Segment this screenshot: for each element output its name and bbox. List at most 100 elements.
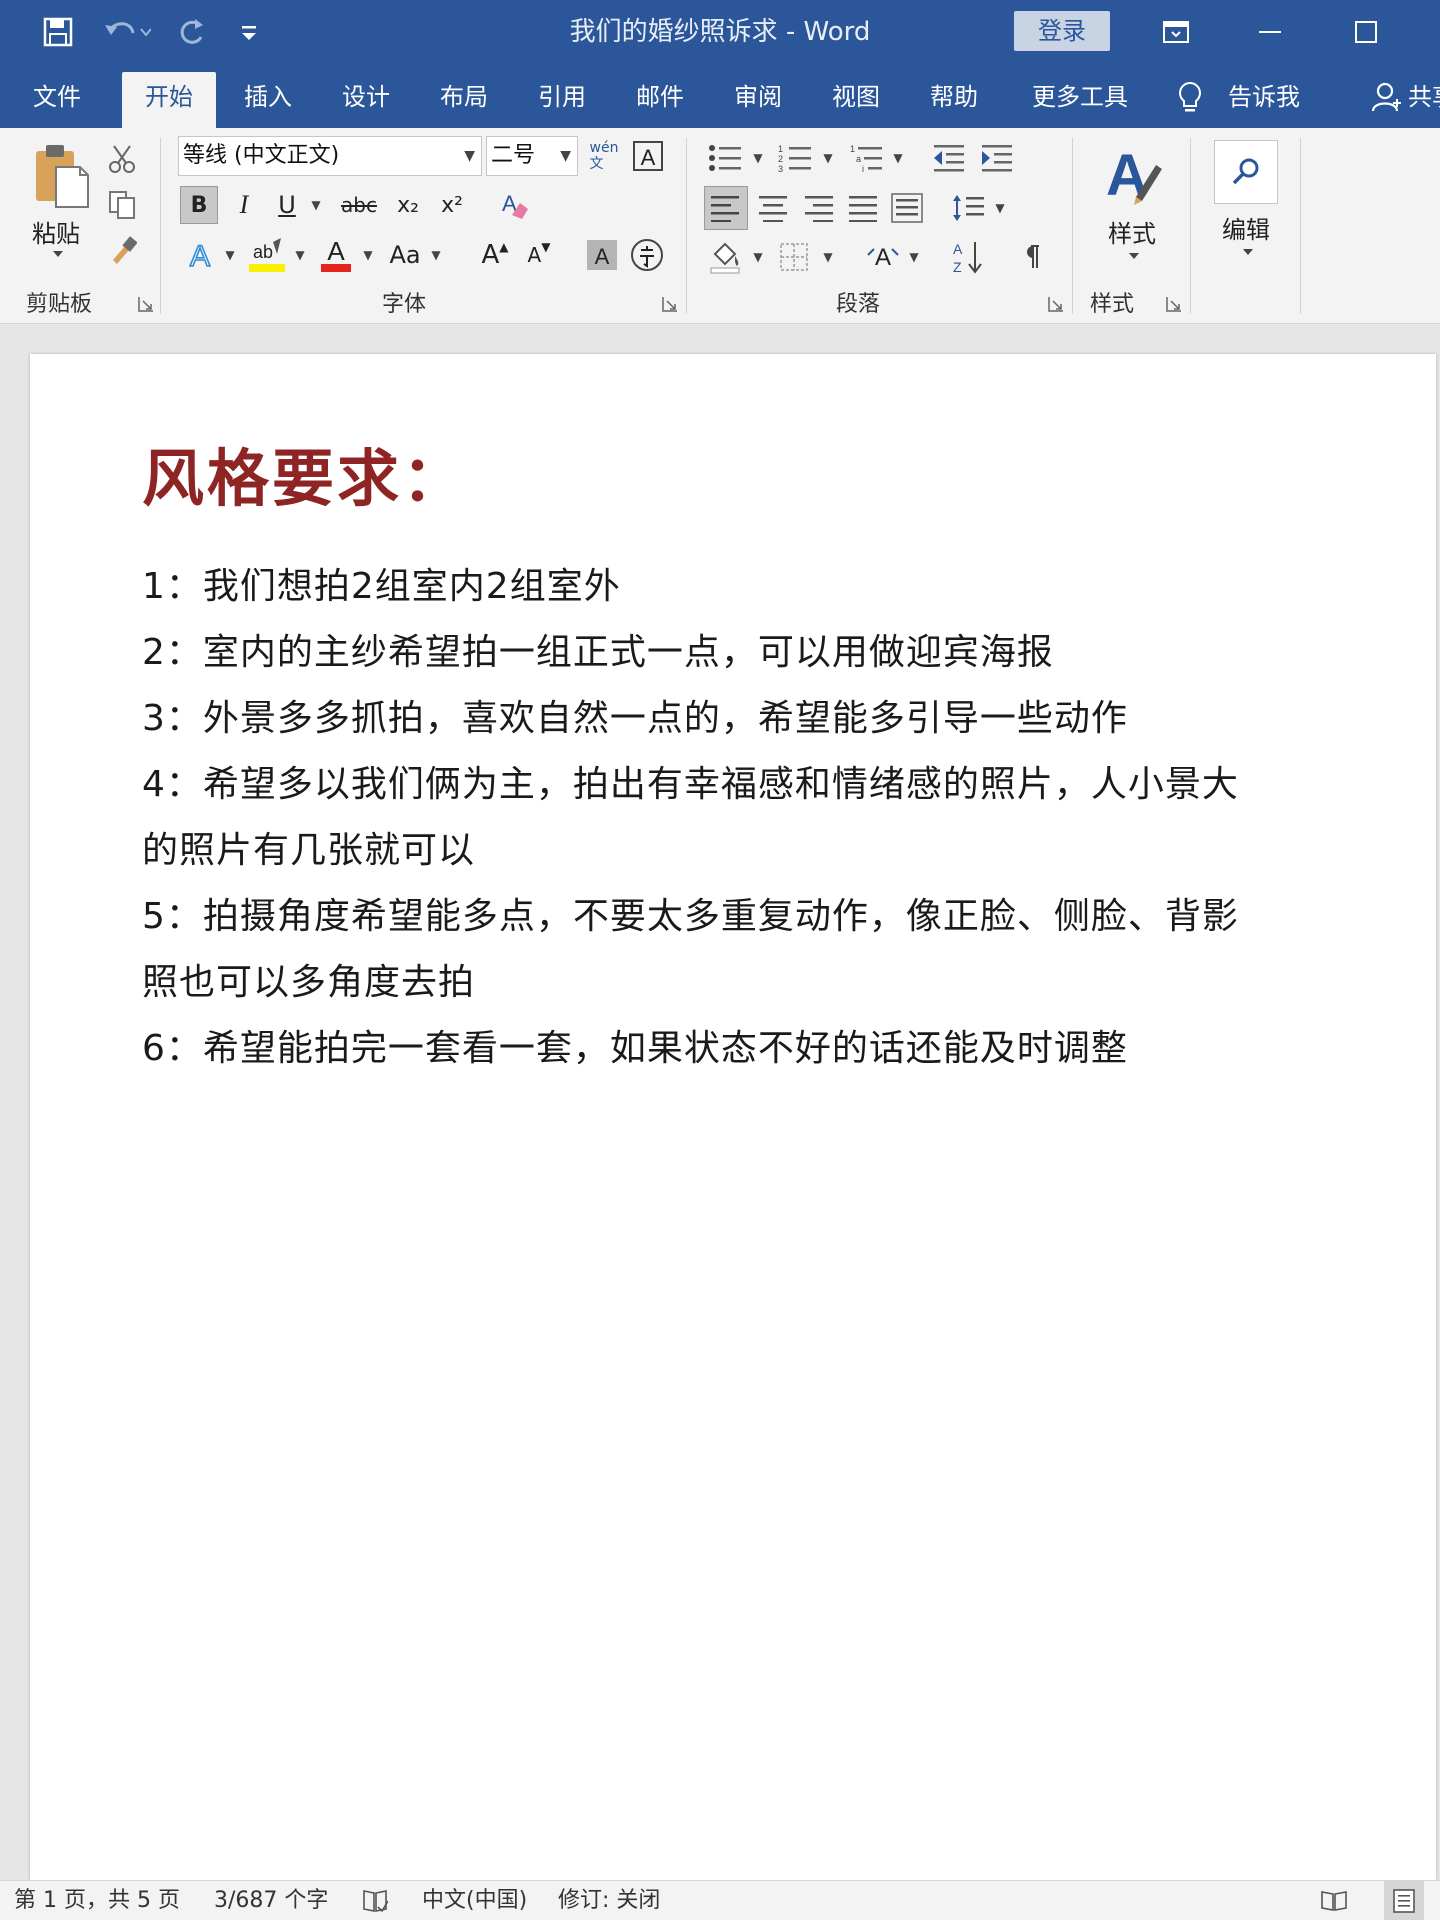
chinese-layout-dropdown-icon[interactable]: ▼ xyxy=(904,236,920,278)
list-item-continuation: 照也可以多角度去拍 xyxy=(142,962,476,1003)
styles-gallery-icon[interactable]: A xyxy=(1098,140,1170,210)
align-center-icon[interactable] xyxy=(752,186,794,230)
editing-button-label[interactable]: 编辑 xyxy=(1222,210,1270,245)
tab-home[interactable]: 开始 xyxy=(122,72,216,128)
multilevel-dropdown-icon[interactable]: ▼ xyxy=(888,140,904,176)
paste-dropdown-icon[interactable] xyxy=(50,246,66,262)
save-icon[interactable] xyxy=(36,10,80,54)
group-separator xyxy=(1072,138,1073,314)
strikethrough-button[interactable]: abc xyxy=(336,186,382,224)
subscript-button[interactable]: x₂ xyxy=(390,186,426,224)
redo-icon[interactable] xyxy=(172,10,212,54)
underline-button[interactable]: U xyxy=(270,186,304,224)
document-page[interactable]: 风格要求： 1：我们想拍2组室内2组室外 2：室内的主纱希望拍一组正式一点，可以… xyxy=(30,354,1436,1880)
paragraph-launcher-icon[interactable] xyxy=(1048,296,1064,312)
font-color-icon[interactable]: A xyxy=(316,234,356,276)
bullets-icon[interactable] xyxy=(704,140,746,176)
italic-button[interactable]: I xyxy=(226,186,262,224)
text-effects-icon[interactable]: A xyxy=(180,234,220,276)
font-name-dropdown[interactable]: 等线 (中文正文) ▼ xyxy=(178,136,482,176)
ribbon: 粘贴 剪贴板 等线 (中文正文) ▼ 二号 ▼ wén 文 A B I U ▼ a… xyxy=(0,128,1440,324)
line-spacing-dropdown-icon[interactable]: ▼ xyxy=(990,186,1006,230)
maximize-icon[interactable] xyxy=(1338,10,1394,54)
bold-button[interactable]: B xyxy=(180,186,218,224)
superscript-button[interactable]: x² xyxy=(434,186,470,224)
justify-icon[interactable] xyxy=(842,186,884,230)
font-color-dropdown-icon[interactable]: ▼ xyxy=(358,234,374,276)
change-case-button[interactable]: Aa xyxy=(384,234,426,276)
cut-icon[interactable] xyxy=(104,142,140,176)
clipboard-launcher-icon[interactable] xyxy=(138,296,154,312)
lightbulb-icon[interactable] xyxy=(1168,72,1212,128)
distributed-icon[interactable] xyxy=(886,186,928,230)
tab-references[interactable]: 引用 xyxy=(522,72,602,128)
clear-formatting-icon[interactable]: A xyxy=(494,186,534,224)
character-border-icon[interactable]: A xyxy=(630,138,666,174)
align-left-icon[interactable] xyxy=(704,186,748,230)
multilevel-list-icon[interactable]: 1ai xyxy=(846,140,888,176)
sort-icon[interactable]: AZ xyxy=(948,236,988,278)
tab-mailings[interactable]: 邮件 xyxy=(620,72,700,128)
phonetic-guide-icon[interactable]: wén 文 xyxy=(586,136,622,176)
tab-help[interactable]: 帮助 xyxy=(914,72,994,128)
tab-view[interactable]: 视图 xyxy=(816,72,896,128)
search-icon[interactable] xyxy=(1214,140,1278,204)
tab-insert[interactable]: 插入 xyxy=(228,72,308,128)
tab-file[interactable]: 文件 xyxy=(14,72,100,128)
language-indicator[interactable]: 中文(中国) xyxy=(422,1881,527,1920)
numbering-dropdown-icon[interactable]: ▼ xyxy=(818,140,834,176)
print-layout-icon[interactable] xyxy=(1384,1881,1424,1920)
tab-tell-me[interactable]: 告诉我 xyxy=(1222,72,1306,128)
read-mode-icon[interactable] xyxy=(1320,1881,1350,1920)
tab-share[interactable]: 共享 xyxy=(1408,72,1440,128)
copy-icon[interactable] xyxy=(104,188,140,222)
enclose-characters-icon[interactable] xyxy=(628,236,666,274)
styles-dropdown-icon[interactable] xyxy=(1126,248,1142,264)
share-icon[interactable] xyxy=(1366,72,1406,128)
page-count[interactable]: 第 1 页，共 5 页 xyxy=(14,1881,180,1920)
shading-icon[interactable] xyxy=(706,236,746,278)
highlight-dropdown-icon[interactable]: ▼ xyxy=(290,234,306,276)
minimize-icon[interactable] xyxy=(1242,10,1298,54)
character-shading-icon[interactable]: A xyxy=(584,236,620,274)
shading-dropdown-icon[interactable]: ▼ xyxy=(748,236,764,278)
document-body[interactable]: 1：我们想拍2组室内2组室外 2：室内的主纱希望拍一组正式一点，可以用做迎宾海报… xyxy=(142,554,1412,1082)
borders-dropdown-icon[interactable]: ▼ xyxy=(818,236,834,278)
ribbon-display-options-icon[interactable] xyxy=(1148,10,1204,54)
font-size-dropdown[interactable]: 二号 ▼ xyxy=(486,136,578,176)
document-area[interactable]: 风格要求： 1：我们想拍2组室内2组室外 2：室内的主纱希望拍一组正式一点，可以… xyxy=(0,324,1440,1880)
tab-more-tools[interactable]: 更多工具 xyxy=(1016,72,1144,128)
paste-icon[interactable] xyxy=(24,140,94,212)
editing-dropdown-icon[interactable] xyxy=(1240,244,1256,260)
borders-icon[interactable] xyxy=(774,236,814,278)
align-right-icon[interactable] xyxy=(798,186,840,230)
styles-button-label[interactable]: 样式 xyxy=(1108,214,1156,249)
decrease-indent-icon[interactable] xyxy=(928,140,970,176)
show-hide-marks-icon[interactable] xyxy=(1014,236,1050,278)
undo-icon[interactable] xyxy=(98,10,156,54)
customize-quick-access-icon[interactable] xyxy=(236,10,262,54)
increase-indent-icon[interactable] xyxy=(976,140,1018,176)
bullets-dropdown-icon[interactable]: ▼ xyxy=(748,140,764,176)
format-painter-icon[interactable] xyxy=(104,234,140,268)
window-title: 我们的婚纱照诉求 - Word xyxy=(569,17,871,47)
numbering-icon[interactable]: 123 xyxy=(774,140,816,176)
tab-layout[interactable]: 布局 xyxy=(424,72,504,128)
tab-design[interactable]: 设计 xyxy=(326,72,406,128)
styles-launcher-icon[interactable] xyxy=(1166,296,1182,312)
login-button[interactable]: 登录 xyxy=(1014,11,1110,51)
text-highlight-icon[interactable]: ab xyxy=(244,234,290,276)
chinese-layout-icon[interactable]: A xyxy=(862,236,904,278)
proofing-icon[interactable] xyxy=(362,1881,392,1920)
grow-font-button[interactable]: A ▲ xyxy=(478,234,512,276)
shrink-font-button[interactable]: A ▼ xyxy=(522,234,556,276)
paste-label[interactable]: 粘贴 xyxy=(32,214,80,249)
underline-dropdown-icon[interactable]: ▼ xyxy=(306,186,322,224)
text-effects-dropdown-icon[interactable]: ▼ xyxy=(220,234,236,276)
word-count[interactable]: 3/687 个字 xyxy=(214,1881,328,1920)
change-case-dropdown-icon[interactable]: ▼ xyxy=(426,234,442,276)
track-changes-status[interactable]: 修订: 关闭 xyxy=(558,1881,660,1920)
tab-review[interactable]: 审阅 xyxy=(718,72,798,128)
line-spacing-icon[interactable] xyxy=(948,186,988,230)
font-launcher-icon[interactable] xyxy=(662,296,678,312)
